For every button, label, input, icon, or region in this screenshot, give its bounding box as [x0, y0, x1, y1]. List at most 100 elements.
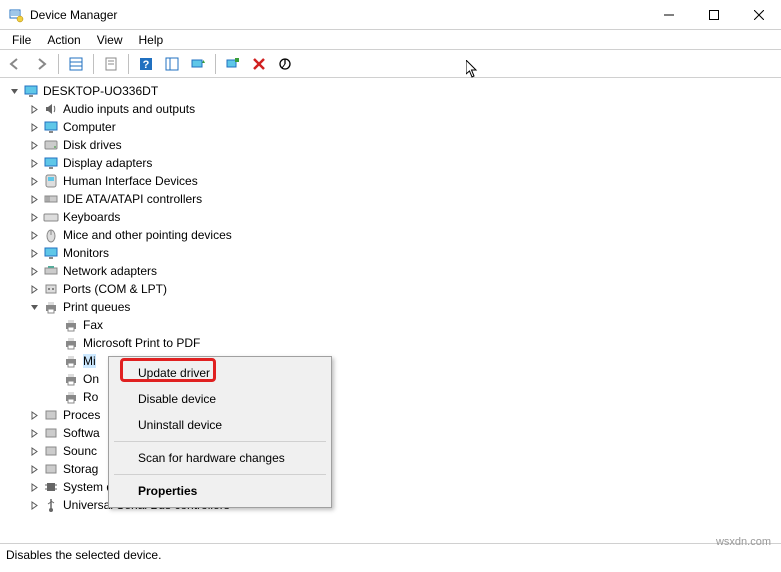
- tree-category-disk[interactable]: Disk drives: [28, 136, 781, 154]
- tree-category-hid[interactable]: Human Interface Devices: [28, 172, 781, 190]
- menu-view[interactable]: View: [89, 31, 131, 49]
- network-icon: [43, 263, 59, 279]
- spacer: [48, 319, 61, 332]
- category-label: Storag: [63, 462, 98, 476]
- expand-icon[interactable]: [28, 247, 41, 260]
- category-label: Display adapters: [63, 156, 152, 170]
- tree-category-printq[interactable]: Print queues: [28, 298, 781, 316]
- svg-text:?: ?: [143, 59, 150, 71]
- expand-icon[interactable]: [28, 409, 41, 422]
- help-button[interactable]: ?: [135, 53, 157, 75]
- close-button[interactable]: [736, 0, 781, 30]
- expand-icon[interactable]: [28, 481, 41, 494]
- tree-item-mspdf[interactable]: Microsoft Print to PDF: [48, 334, 781, 352]
- context-menu: Update driver Disable device Uninstall d…: [108, 356, 332, 508]
- category-label: Keyboards: [63, 210, 120, 224]
- uninstall-button[interactable]: [248, 53, 270, 75]
- tree-category-ide[interactable]: IDE ATA/ATAPI controllers: [28, 190, 781, 208]
- expand-icon[interactable]: [28, 427, 41, 440]
- ctx-update-driver[interactable]: Update driver: [112, 360, 328, 386]
- expand-icon[interactable]: [28, 121, 41, 134]
- chip-icon: [43, 479, 59, 495]
- tree-category-monitors[interactable]: Monitors: [28, 244, 781, 262]
- root-label: DESKTOP-UO336DT: [43, 84, 158, 98]
- forward-button[interactable]: [30, 53, 52, 75]
- status-bar: Disables the selected device.: [0, 544, 781, 566]
- minimize-button[interactable]: [646, 0, 691, 30]
- watermark: wsxdn.com: [716, 536, 771, 548]
- detail-view-button[interactable]: [65, 53, 87, 75]
- printer-icon: [63, 389, 79, 405]
- category-label: Disk drives: [63, 138, 122, 152]
- item-label: On: [83, 372, 99, 386]
- tree-category-ports[interactable]: Ports (COM & LPT): [28, 280, 781, 298]
- ctx-disable-device[interactable]: Disable device: [112, 386, 328, 412]
- category-label: Ports (COM & LPT): [63, 282, 167, 296]
- toolbar-separator: [128, 54, 129, 74]
- expand-icon[interactable]: [28, 157, 41, 170]
- expand-icon[interactable]: [28, 499, 41, 512]
- printer-icon: [63, 335, 79, 351]
- tree-root[interactable]: DESKTOP-UO336DT: [8, 82, 781, 100]
- back-button[interactable]: [4, 53, 26, 75]
- spacer: [48, 337, 61, 350]
- expand-icon[interactable]: [28, 103, 41, 116]
- menu-help[interactable]: Help: [131, 31, 172, 49]
- ide-icon: [43, 191, 59, 207]
- tree-category-display[interactable]: Display adapters: [28, 154, 781, 172]
- app-icon: [8, 7, 24, 23]
- toolbar: ?: [0, 50, 781, 78]
- ctx-properties[interactable]: Properties: [112, 478, 328, 504]
- keyboard-icon: [43, 209, 59, 225]
- generic-icon: [43, 443, 59, 459]
- ctx-separator: [114, 474, 326, 475]
- tree-category-audio[interactable]: Audio inputs and outputs: [28, 100, 781, 118]
- usb-icon: [43, 497, 59, 513]
- expand-icon[interactable]: [28, 211, 41, 224]
- expand-icon[interactable]: [28, 193, 41, 206]
- expand-icon[interactable]: [28, 445, 41, 458]
- update-driver-button[interactable]: [187, 53, 209, 75]
- toolbar-separator: [58, 54, 59, 74]
- scan-hardware-button[interactable]: [222, 53, 244, 75]
- menu-action[interactable]: Action: [39, 31, 88, 49]
- printer-icon: [63, 371, 79, 387]
- show-hidden-button[interactable]: [161, 53, 183, 75]
- hid-icon: [43, 173, 59, 189]
- tree-category-mouse[interactable]: Mice and other pointing devices: [28, 226, 781, 244]
- maximize-button[interactable]: [691, 0, 736, 30]
- menu-file[interactable]: File: [4, 31, 39, 49]
- disable-button[interactable]: [274, 53, 296, 75]
- expand-icon[interactable]: [28, 229, 41, 242]
- tree-category-keyboard[interactable]: Keyboards: [28, 208, 781, 226]
- printer-icon: [63, 317, 79, 333]
- expand-icon[interactable]: [28, 283, 41, 296]
- tree-category-network[interactable]: Network adapters: [28, 262, 781, 280]
- printer-icon: [43, 299, 59, 315]
- generic-icon: [43, 461, 59, 477]
- category-label: Proces: [63, 408, 100, 422]
- toolbar-separator: [215, 54, 216, 74]
- spacer: [48, 355, 61, 368]
- category-label: Network adapters: [63, 264, 157, 278]
- titlebar: Device Manager: [0, 0, 781, 30]
- speaker-icon: [43, 101, 59, 117]
- category-label: Mice and other pointing devices: [63, 228, 232, 242]
- expand-icon[interactable]: [28, 175, 41, 188]
- tree-item-fax[interactable]: Fax: [48, 316, 781, 334]
- collapse-icon[interactable]: [28, 301, 41, 314]
- ctx-scan-hardware[interactable]: Scan for hardware changes: [112, 445, 328, 471]
- menubar: File Action View Help: [0, 30, 781, 50]
- computer-icon: [23, 83, 39, 99]
- collapse-icon[interactable]: [8, 85, 21, 98]
- monitor-icon: [43, 119, 59, 135]
- expand-icon[interactable]: [28, 139, 41, 152]
- expand-icon[interactable]: [28, 265, 41, 278]
- status-text: Disables the selected device.: [6, 548, 161, 562]
- ctx-uninstall-device[interactable]: Uninstall device: [112, 412, 328, 438]
- category-label: Computer: [63, 120, 116, 134]
- tree-category-computer[interactable]: Computer: [28, 118, 781, 136]
- properties-button[interactable]: [100, 53, 122, 75]
- window-title: Device Manager: [30, 8, 646, 22]
- expand-icon[interactable]: [28, 463, 41, 476]
